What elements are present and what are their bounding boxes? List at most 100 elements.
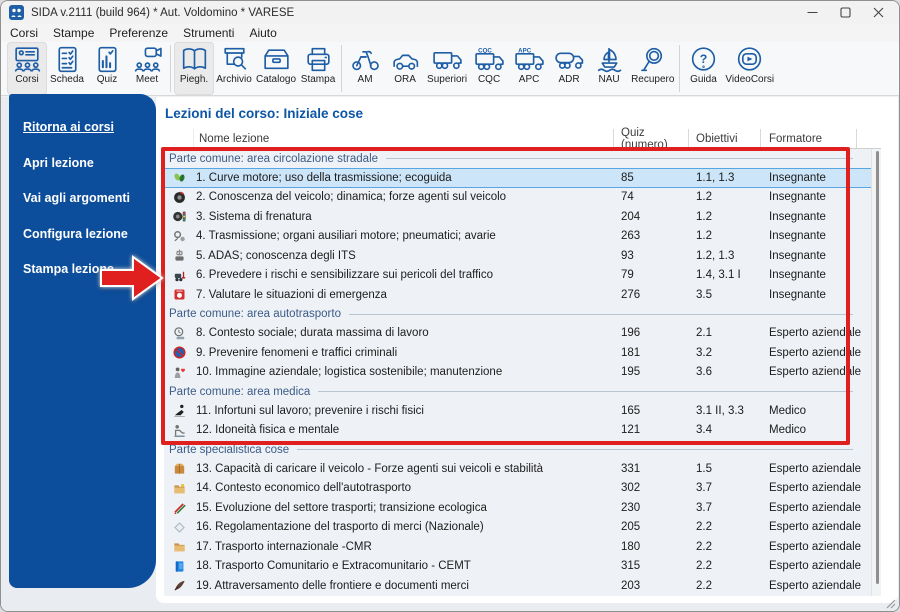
- menu-aiuto[interactable]: Aiuto: [249, 26, 276, 40]
- close-button[interactable]: [862, 1, 895, 24]
- toolbar-button-apc[interactable]: APC APC: [509, 42, 549, 95]
- magnifier-icon: [636, 44, 669, 74]
- toolbar-button-nau[interactable]: NAU: [589, 42, 629, 95]
- maximize-button[interactable]: [829, 1, 862, 24]
- maximize-icon: [840, 7, 851, 18]
- toolbar-button-piegh[interactable]: Piegh.: [174, 42, 214, 95]
- lesson-row[interactable]: 5. ADAS; conoscenza degli ITS 93 1.2, 1.3 I…: [164, 246, 881, 266]
- menu-strumenti[interactable]: Strumenti: [183, 26, 234, 40]
- toolbar-button-scheda[interactable]: Scheda: [47, 42, 87, 95]
- lesson-formatore: Insegnante: [769, 191, 826, 204]
- lesson-name: 14. Contesto economico dell'autotrasport…: [196, 482, 412, 495]
- lesson-row[interactable]: 14. Contesto economico dell'autotrasport…: [164, 479, 881, 499]
- col-header-quiz-numero[interactable]: Quiz (numero): [614, 127, 689, 151]
- toolbar-button-ora[interactable]: ORA: [385, 42, 425, 95]
- lesson-obiettivi: 3.1 II, 3.3: [696, 404, 744, 417]
- toolbar-button-label: Stampa: [300, 74, 336, 85]
- menu-corsi[interactable]: Corsi: [10, 26, 38, 40]
- col-header-formatore[interactable]: Formatore: [761, 129, 857, 148]
- lesson-obiettivi: 2.2: [696, 540, 712, 553]
- lesson-row[interactable]: 10. Immagine aziendale; logistica sosten…: [164, 363, 881, 383]
- lesson-row[interactable]: 8. Contesto sociale; durata massima di l…: [164, 324, 881, 344]
- resize-grip[interactable]: [884, 597, 896, 609]
- sidebar-item-stampa-lezione[interactable]: Stampa lezione: [23, 262, 156, 276]
- toolbar-button-cqc[interactable]: CQC CQC: [469, 42, 509, 95]
- sida-logo-icon: [9, 5, 24, 20]
- menu-preferenze[interactable]: Preferenze: [109, 26, 168, 40]
- lesson-row[interactable]: 3. Sistema di frenatura 204 1.2 Insegnante: [164, 207, 881, 227]
- truck-apc-icon: APC: [513, 44, 546, 74]
- work-clock-icon: [164, 327, 194, 340]
- toolbar-button-label: Catalogo: [256, 74, 297, 85]
- lesson-row[interactable]: 4. Trasmissione; organi ausiliari motore…: [164, 227, 881, 247]
- truck-cqc-icon: CQC: [473, 44, 506, 74]
- lesson-quiz-count: 315: [621, 560, 641, 573]
- lesson-formatore: Esperto aziendale: [769, 521, 862, 534]
- meet-video-icon: [131, 44, 164, 74]
- sidebar-item-configura-lezione[interactable]: Configura lezione: [23, 227, 156, 241]
- toolbar-button-label: Scheda: [50, 74, 84, 85]
- lesson-row[interactable]: 15. Evoluzione del settore trasporti; tr…: [164, 498, 881, 518]
- lesson-obiettivi: 1.2, 1.3: [696, 249, 735, 262]
- toolbar-button-label: Recupero: [631, 74, 675, 85]
- lesson-row[interactable]: 12. Idoneità fisica e mentale 121 3.4 Medic…: [164, 421, 881, 441]
- lesson-row[interactable]: 7. Valutare le situazioni di emergenza 27…: [164, 285, 881, 305]
- lessons-table: Nome lezione Quiz (numero) Obiettivi For…: [164, 127, 881, 597]
- toolbar-button-recupero[interactable]: Recupero: [629, 42, 676, 95]
- minimize-button[interactable]: [796, 1, 829, 24]
- svg-text:?: ?: [700, 52, 708, 66]
- customs-quill-icon: [164, 579, 194, 592]
- lesson-name: 6. Prevedere i rischi e sensibilizzare s…: [196, 269, 494, 282]
- col-header-obiettivi[interactable]: Obiettivi: [689, 129, 761, 148]
- sidebar-item-vai-agli-argomenti[interactable]: Vai agli argomenti: [23, 191, 156, 205]
- toolbar-button-corsi[interactable]: Corsi: [7, 42, 47, 95]
- lesson-quiz-count: 121: [621, 424, 641, 437]
- scrollbar-thumb[interactable]: [876, 151, 879, 584]
- toolbar-button-adr[interactable]: ADR: [549, 42, 589, 95]
- lesson-row[interactable]: 2. Conoscenza del veicolo; dinamica; for…: [164, 188, 881, 208]
- toolbar-button-guida[interactable]: ? Guida: [683, 42, 723, 95]
- toolbar-button-catalogo[interactable]: Catalogo: [254, 42, 298, 95]
- lesson-row[interactable]: 13. Capacità di caricare il veicolo - Fo…: [164, 459, 881, 479]
- lesson-quiz-count: 263: [621, 230, 641, 243]
- lesson-row[interactable]: 16. Regolamentazione del trasporto di me…: [164, 518, 881, 538]
- toolbar-button-superiori[interactable]: Superiori: [425, 42, 469, 95]
- toolbar-button-label: Quiz: [96, 74, 118, 85]
- col-header-nome-lezione[interactable]: Nome lezione: [194, 129, 614, 148]
- toolbar-button-archivio[interactable]: Archivio: [214, 42, 254, 95]
- table-header-row: Nome lezione Quiz (numero) Obiettivi For…: [164, 127, 881, 151]
- toolbar-separator: [170, 45, 171, 92]
- toolbar-button-videocorsi[interactable]: VideoCorsi: [723, 42, 776, 95]
- transmission-gears-icon: [164, 230, 194, 243]
- lesson-row[interactable]: 17. Trasporto internazionale -CMR 180 2.2 E…: [164, 537, 881, 557]
- lesson-obiettivi: 1.4, 3.1 I: [696, 269, 741, 282]
- lesson-row[interactable]: 9. Prevenire fenomeni e traffici crimina…: [164, 343, 881, 363]
- catalog-drawer-icon: [260, 44, 293, 74]
- menu-stampe[interactable]: Stampe: [53, 26, 94, 40]
- vertical-scrollbar[interactable]: [871, 149, 881, 596]
- toolbar-button-am[interactable]: AM: [345, 42, 385, 95]
- lesson-name: 13. Capacità di caricare il veicolo - Fo…: [196, 462, 544, 475]
- group-header-label: Parte comune: area circolazione stradale: [169, 152, 379, 165]
- lesson-quiz-count: 331: [621, 462, 641, 475]
- toolbar-button-meet[interactable]: Meet: [127, 42, 167, 95]
- lesson-row[interactable]: 1. Curve motore; uso della trasmissione;…: [164, 168, 881, 188]
- lesson-row[interactable]: 18. Trasporto Comunitario e Extracomunit…: [164, 557, 881, 577]
- lesson-quiz-count: 181: [621, 346, 641, 359]
- lesson-row[interactable]: 11. Infortuni sul lavoro; prevenire i ri…: [164, 401, 881, 421]
- lesson-quiz-count: 79: [621, 269, 634, 282]
- sidebar-item-ritorna-ai-corsi[interactable]: Ritorna ai corsi: [23, 120, 156, 134]
- lesson-row[interactable]: 19. Attraversamento delle frontiere e do…: [164, 576, 881, 596]
- diamond-sign-icon: [164, 521, 194, 534]
- lesson-row[interactable]: 6. Prevedere i rischi e sensibilizzare s…: [164, 266, 881, 286]
- archive-search-icon: [218, 44, 251, 74]
- lesson-obiettivi: 3.5: [696, 288, 712, 301]
- toolbar-button-quiz[interactable]: Quiz: [87, 42, 127, 95]
- group-header-line: [318, 391, 853, 392]
- toolbar-button-stampa[interactable]: Stampa: [298, 42, 338, 95]
- toolbar-button-label: Archivio: [216, 74, 252, 85]
- toolbar-group: Piegh. Archivio Catalogo Stampa: [174, 42, 338, 95]
- sidebar-item-apri-lezione[interactable]: Apri lezione: [23, 156, 156, 170]
- help-circle-icon: ?: [687, 44, 720, 74]
- window-controls: [796, 1, 895, 24]
